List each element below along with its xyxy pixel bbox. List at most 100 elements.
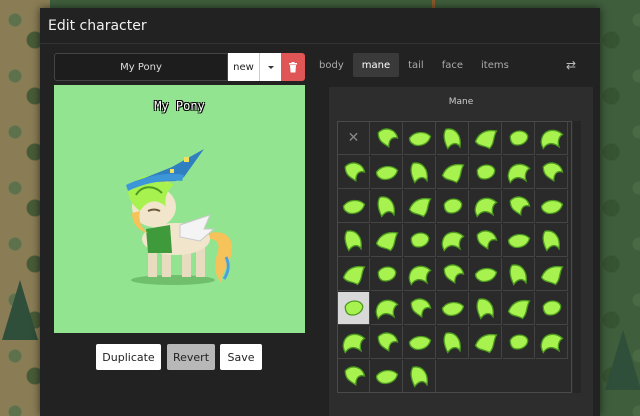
- mane-style-icon: [475, 298, 494, 320]
- mane-style-icon: [408, 197, 432, 218]
- mane-style-icon: [476, 230, 497, 250]
- mane-style-option[interactable]: [404, 360, 436, 392]
- mane-style-icon: [442, 332, 461, 354]
- mane-style-option[interactable]: [437, 156, 469, 189]
- mane-style-option[interactable]: [404, 292, 436, 325]
- mane-style-icon: [377, 266, 396, 282]
- delete-button[interactable]: [281, 53, 305, 81]
- mane-style-option[interactable]: [503, 122, 535, 155]
- mane-style-option[interactable]: [503, 156, 535, 189]
- pony-sprite: [126, 149, 232, 285]
- mane-style-option[interactable]: [470, 190, 502, 223]
- mane-style-icon: [509, 196, 530, 216]
- panel-title: Mane: [448, 97, 474, 107]
- preset-dropdown-button[interactable]: [259, 53, 281, 81]
- mane-style-grid: ✕: [337, 121, 572, 393]
- mane-style-option[interactable]: [536, 292, 568, 325]
- mane-style-icon: [377, 128, 398, 148]
- pine-tree-icon: [605, 330, 640, 390]
- mane-style-option[interactable]: [437, 224, 469, 257]
- revert-button[interactable]: Revert: [167, 344, 215, 370]
- mane-style-icon: [441, 231, 465, 252]
- mane-style-option[interactable]: [371, 360, 403, 392]
- mane-style-icon: [443, 198, 462, 214]
- mane-style-icon: [474, 197, 498, 218]
- mane-style-option[interactable]: [536, 258, 568, 291]
- mane-style-option[interactable]: [470, 224, 502, 257]
- mane-style-option[interactable]: [404, 122, 436, 155]
- mane-style-option[interactable]: [338, 326, 370, 359]
- mane-style-option[interactable]: [371, 190, 403, 223]
- tab-body[interactable]: body: [310, 53, 353, 77]
- mane-style-option[interactable]: [503, 292, 535, 325]
- mane-style-icon: [441, 301, 464, 317]
- mane-style-option[interactable]: [404, 258, 436, 291]
- mane-style-icon: [410, 232, 429, 248]
- mane-style-option[interactable]: [470, 326, 502, 359]
- mane-style-option[interactable]: [404, 156, 436, 189]
- mane-style-option[interactable]: [503, 258, 535, 291]
- mane-style-icon: [542, 162, 563, 182]
- mane-style-icon: [474, 267, 497, 283]
- mane-style-option[interactable]: [371, 292, 403, 325]
- mane-style-option[interactable]: [437, 122, 469, 155]
- mane-style-option[interactable]: [536, 156, 568, 189]
- mane-style-option[interactable]: [338, 224, 370, 257]
- tab-tail[interactable]: tail: [399, 53, 433, 77]
- mane-style-option[interactable]: [371, 326, 403, 359]
- tab-mane[interactable]: mane: [352, 53, 400, 77]
- mane-style-icon: [408, 265, 432, 286]
- mane-style-option[interactable]: [470, 156, 502, 189]
- mane-style-icon: [474, 129, 498, 150]
- close-icon: ✕: [347, 130, 360, 146]
- mane-style-option[interactable]: [338, 292, 370, 325]
- mane-style-icon: [476, 164, 495, 180]
- mane-style-option[interactable]: [536, 122, 568, 155]
- grid-scrollbar[interactable]: [573, 121, 581, 393]
- mane-style-option[interactable]: [437, 326, 469, 359]
- mane-style-option[interactable]: [338, 156, 370, 189]
- mane-style-option[interactable]: [404, 326, 436, 359]
- swap-arrows-icon[interactable]: ⇄: [566, 58, 576, 72]
- mane-style-option[interactable]: [470, 122, 502, 155]
- tab-face[interactable]: face: [433, 53, 472, 77]
- mane-style-option[interactable]: [437, 258, 469, 291]
- mane-style-option[interactable]: [536, 224, 568, 257]
- no-mane-option[interactable]: ✕: [338, 122, 370, 155]
- mane-style-icon: [509, 130, 528, 146]
- mane-style-option[interactable]: [371, 258, 403, 291]
- mane-style-option[interactable]: [536, 190, 568, 223]
- mane-style-icon: [508, 264, 527, 286]
- save-button[interactable]: Save: [220, 344, 262, 370]
- mane-style-icon: [410, 298, 431, 318]
- mane-style-option[interactable]: [404, 190, 436, 223]
- tab-items[interactable]: items: [472, 53, 518, 77]
- preset-select[interactable]: new: [228, 53, 259, 81]
- mane-style-option[interactable]: [470, 258, 502, 291]
- mane-style-icon: [507, 163, 531, 184]
- mane-style-option[interactable]: [371, 224, 403, 257]
- mane-style-option[interactable]: [371, 122, 403, 155]
- mane-style-option[interactable]: [338, 258, 370, 291]
- duplicate-button[interactable]: Duplicate: [96, 344, 161, 370]
- mane-style-option[interactable]: [437, 190, 469, 223]
- mane-style-option[interactable]: [371, 156, 403, 189]
- mane-style-icon: [509, 334, 528, 350]
- mane-style-option[interactable]: [503, 224, 535, 257]
- title-divider: [40, 43, 600, 44]
- pony-name-input[interactable]: My Pony: [54, 53, 228, 81]
- mane-style-option[interactable]: [470, 292, 502, 325]
- mane-style-icon: [474, 333, 498, 354]
- mane-style-option[interactable]: [437, 292, 469, 325]
- caret-down-icon: [267, 65, 274, 69]
- mane-style-option[interactable]: [536, 326, 568, 359]
- mane-style-icon: [342, 265, 366, 286]
- mane-style-option[interactable]: [404, 224, 436, 257]
- mane-style-option[interactable]: [503, 326, 535, 359]
- mane-style-option[interactable]: [338, 190, 370, 223]
- mane-style-icon: [540, 199, 563, 215]
- mane-style-option[interactable]: [338, 360, 370, 392]
- mane-style-option[interactable]: [503, 190, 535, 223]
- mane-style-icon: [441, 163, 465, 184]
- mane-style-icon: [408, 131, 431, 147]
